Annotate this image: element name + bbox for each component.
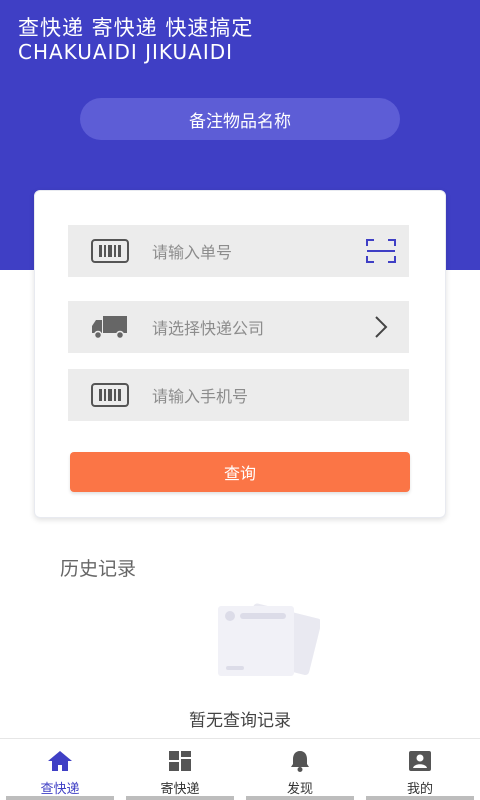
tab-send[interactable]: 寄快递: [120, 739, 240, 800]
courier-company-placeholder: 请选择快递公司: [152, 319, 265, 338]
barcode-icon: [68, 383, 152, 407]
tab-query[interactable]: 查快递: [0, 739, 120, 800]
bottom-tab-bar: 查快递 寄快递 发现 我的: [0, 738, 480, 800]
slogan-english-text: CHAKUAIDI JIKUAIDI: [18, 40, 234, 64]
tracking-number-placeholder: 请输入单号: [152, 243, 233, 262]
home-icon: [47, 750, 73, 772]
tracking-number-input[interactable]: 请输入单号: [68, 225, 409, 277]
chevron-right-icon: [353, 315, 409, 339]
tab-label: 寄快递: [160, 782, 200, 797]
slogan-text: 查快递 寄快递 快速搞定: [18, 16, 254, 40]
history-title: 历史记录: [60, 558, 137, 580]
query-card: 请输入单号 请选择快递公司 请输入手机号 查询: [34, 190, 446, 518]
tab-discover[interactable]: 发现: [240, 739, 360, 800]
remark-item-name-button[interactable]: 备注物品名称: [80, 98, 400, 140]
truck-icon: [68, 314, 152, 340]
barcode-icon: [68, 239, 152, 263]
empty-records-text: 暂无查询记录: [189, 711, 291, 731]
empty-records-illustration: [210, 600, 322, 686]
system-navigation-bar: [0, 796, 480, 800]
tab-mine[interactable]: 我的: [360, 739, 480, 800]
grid-icon: [168, 750, 192, 772]
profile-icon: [408, 750, 432, 772]
phone-number-input[interactable]: 请输入手机号: [68, 369, 409, 421]
query-button[interactable]: 查询: [70, 452, 410, 492]
tab-label: 查快递: [40, 782, 80, 797]
courier-company-select[interactable]: 请选择快递公司: [68, 301, 409, 353]
phone-number-placeholder: 请输入手机号: [152, 387, 249, 406]
tab-label: 发现: [286, 782, 313, 797]
scan-icon[interactable]: [353, 238, 409, 264]
bell-icon: [289, 750, 311, 772]
tab-label: 我的: [406, 782, 433, 797]
